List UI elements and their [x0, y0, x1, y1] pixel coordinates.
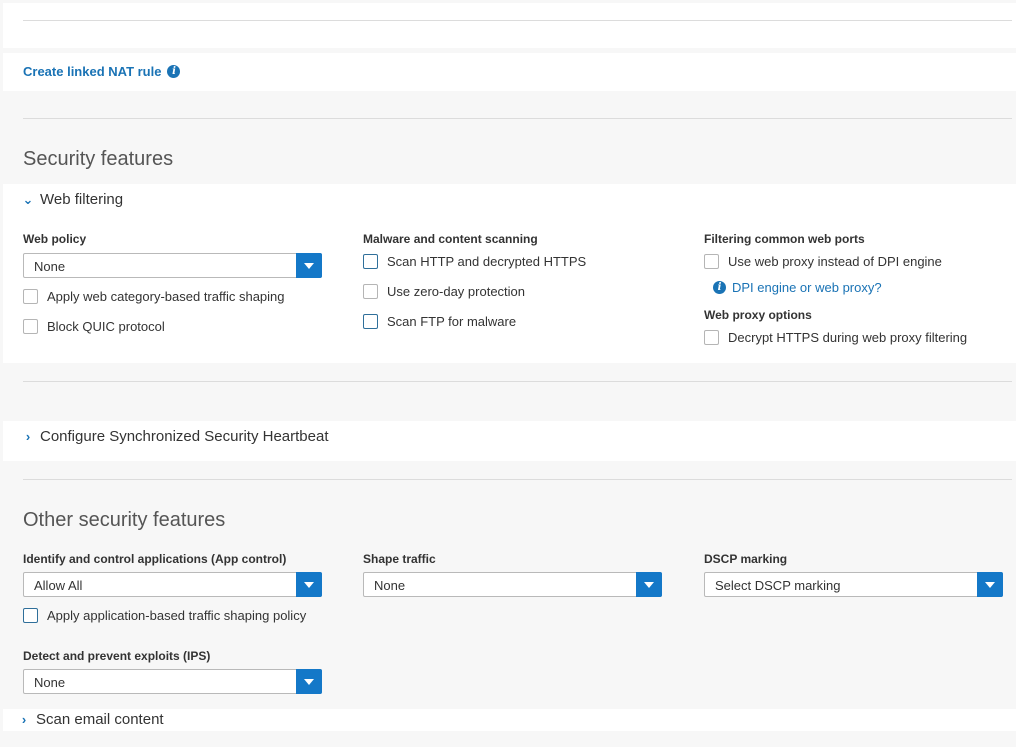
info-icon: i — [713, 281, 726, 294]
scan-email-toggle[interactable]: › Scan email content — [18, 711, 164, 728]
zero-day-option[interactable]: Use zero-day protection — [363, 284, 525, 299]
decrypt-https-checkbox[interactable] — [704, 330, 719, 345]
app-shaping-label: Apply application-based traffic shaping … — [47, 608, 307, 623]
security-features-title: Security features — [23, 148, 174, 170]
block-quic-label: Block QUIC protocol — [47, 319, 165, 334]
apply-web-shaping-label: Apply web category-based traffic shaping — [47, 289, 285, 304]
divider — [23, 479, 1012, 480]
dscp-label: DSCP marking — [704, 552, 788, 566]
web-filtering-heading: Web filtering — [40, 191, 124, 208]
web-proxy-options-heading: Web proxy options — [704, 308, 812, 322]
dscp-select[interactable]: Select DSCP marking — [704, 572, 1003, 597]
scan-http-option[interactable]: Scan HTTP and decrypted HTTPS — [363, 254, 586, 269]
dropdown-arrow-icon[interactable] — [636, 572, 662, 597]
scan-ftp-checkbox[interactable] — [363, 314, 378, 329]
zero-day-label: Use zero-day protection — [387, 284, 526, 299]
decrypt-https-label: Decrypt HTTPS during web proxy filtering — [728, 330, 968, 345]
scan-ftp-label: Scan FTP for malware — [387, 314, 517, 329]
zero-day-checkbox[interactable] — [363, 284, 378, 299]
top-panel — [3, 3, 1016, 48]
web-policy-value: None — [34, 259, 66, 274]
scan-ftp-option[interactable]: Scan FTP for malware — [363, 314, 516, 329]
dropdown-arrow-icon[interactable] — [977, 572, 1003, 597]
dropdown-arrow-icon[interactable] — [296, 253, 322, 278]
shape-traffic-value: None — [374, 578, 406, 593]
scan-http-checkbox[interactable] — [363, 254, 378, 269]
shape-traffic-select[interactable]: None — [363, 572, 662, 597]
divider — [23, 118, 1012, 119]
chevron-right-icon[interactable]: › — [22, 429, 34, 444]
info-icon[interactable]: i — [167, 65, 181, 78]
app-shaping-checkbox[interactable] — [23, 608, 38, 623]
divider — [23, 381, 1012, 382]
scan-http-label: Scan HTTP and decrypted HTTPS — [387, 254, 587, 269]
other-security-title: Other security features — [23, 509, 226, 531]
web-ports-heading: Filtering common web ports — [704, 232, 865, 246]
use-proxy-checkbox[interactable] — [704, 254, 719, 269]
ips-label: Detect and prevent exploits (IPS) — [23, 649, 211, 663]
dpi-help-label[interactable]: DPI engine or web proxy? — [732, 280, 882, 295]
block-quic-option[interactable]: Block QUIC protocol — [23, 319, 165, 334]
ips-value: None — [34, 675, 66, 690]
use-proxy-label: Use web proxy instead of DPI engine — [728, 254, 942, 269]
web-filtering-toggle[interactable]: ⌄ Web filtering — [22, 191, 124, 208]
divider — [23, 20, 1012, 21]
web-policy-select[interactable]: None — [23, 253, 322, 278]
app-control-value: Allow All — [34, 578, 83, 593]
heartbeat-heading: Configure Synchronized Security Heartbea… — [40, 428, 329, 445]
ips-select[interactable]: None — [23, 669, 322, 694]
app-shaping-option[interactable]: Apply application-based traffic shaping … — [23, 608, 306, 623]
decrypt-https-option[interactable]: Decrypt HTTPS during web proxy filtering — [704, 330, 967, 345]
scan-email-heading: Scan email content — [36, 711, 164, 728]
dropdown-arrow-icon[interactable] — [296, 572, 322, 597]
dpi-help-link[interactable]: i DPI engine or web proxy? — [713, 280, 882, 295]
dscp-value: Select DSCP marking — [715, 578, 841, 593]
create-nat-rule-label[interactable]: Create linked NAT rule — [23, 64, 161, 79]
heartbeat-toggle[interactable]: › Configure Synchronized Security Heartb… — [22, 428, 329, 445]
malware-scanning-heading: Malware and content scanning — [363, 232, 538, 246]
chevron-right-icon[interactable]: › — [18, 712, 30, 727]
chevron-down-icon[interactable]: ⌄ — [22, 192, 34, 208]
block-quic-checkbox[interactable] — [23, 319, 38, 334]
create-nat-rule-link[interactable]: Create linked NAT rule i — [23, 64, 181, 79]
dropdown-arrow-icon[interactable] — [296, 669, 322, 694]
web-policy-label: Web policy — [23, 232, 87, 246]
apply-web-shaping-option[interactable]: Apply web category-based traffic shaping — [23, 289, 285, 304]
shape-traffic-label: Shape traffic — [363, 552, 436, 566]
app-control-label: Identify and control applications (App c… — [23, 552, 287, 566]
app-control-select[interactable]: Allow All — [23, 572, 322, 597]
use-proxy-option[interactable]: Use web proxy instead of DPI engine — [704, 254, 942, 269]
apply-web-shaping-checkbox[interactable] — [23, 289, 38, 304]
